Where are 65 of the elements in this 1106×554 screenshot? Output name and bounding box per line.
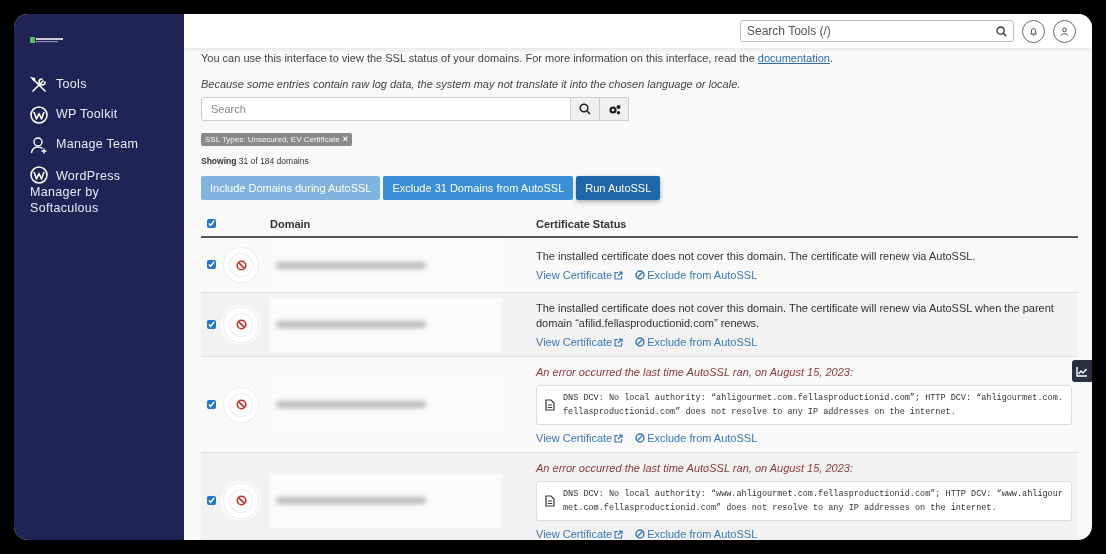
remove-filter-button[interactable]: × (342, 135, 348, 144)
user-account-button[interactable] (1053, 19, 1076, 43)
external-link-icon (614, 337, 624, 347)
blocked-status-icon (235, 259, 247, 271)
search-icon (579, 103, 591, 115)
ban-icon (635, 433, 646, 443)
user-add-icon (30, 136, 48, 154)
sidebar-item[interactable]: WordPress Manager by Softaculous (30, 166, 142, 216)
bell-icon (1029, 25, 1038, 37)
external-link-icon (614, 529, 624, 539)
document-icon (545, 399, 555, 411)
row-checkbox[interactable] (207, 399, 216, 409)
row-checkbox[interactable] (207, 260, 216, 269)
chart-button[interactable] (1072, 360, 1092, 382)
sidebar-item[interactable]: Tools (30, 76, 184, 94)
view-certificate-link[interactable]: View Certificate (536, 432, 624, 444)
error-message: An error occurred the last time AutoSSL ran, on August 15, 2023: (536, 365, 854, 380)
sidebar-item[interactable]: WP Toolkit (30, 106, 184, 124)
row-checkbox[interactable] (207, 319, 216, 329)
filter-tag-label: SSL Types: Unsecured, EV Certificate (205, 135, 340, 144)
wordpress-logo-icon (30, 166, 48, 184)
select-all-checkbox[interactable] (207, 219, 216, 228)
search-tools-field[interactable]: Search Tools (/) (740, 20, 1014, 42)
settings-button[interactable] (600, 97, 629, 121)
error-log-text: DNS DCV: No local authority: “www.ahligourmet.com.fellasproductionid.com”; HTTP DCV: “www.ahligourmet.com.fellasproductionid.com” does not resolve to any IP addresses on the internet. (563, 488, 1063, 515)
row-checkbox[interactable] (207, 495, 216, 505)
exclude-link[interactable]: Exclude from AutoSSL (635, 432, 758, 444)
search-input[interactable]: Search (211, 103, 561, 115)
gears-icon (607, 103, 621, 115)
search-icon (996, 25, 1007, 37)
view-certificate-link[interactable]: View Certificate (536, 269, 624, 281)
document-icon (545, 495, 555, 507)
search-button[interactable] (571, 97, 600, 121)
error-log-text: DNS DCV: No local authority: “ahligourmet.com.fellasproductionid.com”; HTTP DCV: “ahligourmet.com.fellasproductionid.com” does not resolve to any IP addresses on the internet. (563, 392, 1063, 419)
blocked-status-icon (235, 495, 247, 506)
status-message: The installed certificate does not cover this domain. The certificate will renew via AutoSSL. (536, 249, 977, 264)
tools-icon (30, 76, 48, 94)
ban-icon (635, 270, 646, 280)
notifications-button[interactable] (1022, 19, 1045, 43)
exclude-link[interactable]: Exclude from AutoSSL (635, 528, 758, 540)
blocked-status-icon (235, 399, 247, 410)
exclude-link[interactable]: Exclude from AutoSSL (635, 269, 758, 281)
column-header: Certificate Status (536, 218, 627, 230)
documentation-link[interactable]: documentation (757, 52, 830, 64)
external-link-icon (614, 433, 624, 443)
exclude-link[interactable]: Exclude from AutoSSL (635, 336, 758, 348)
action-button[interactable]: Exclude 31 Domains from AutoSSL (383, 176, 574, 200)
external-link-icon (614, 270, 624, 280)
user-icon (1060, 25, 1069, 37)
error-message: An error occurred the last time AutoSSL ran, on August 15, 2023: (536, 461, 854, 476)
results-count: Showing 31 of 184 domains (201, 156, 310, 166)
locale-note: Because some entries contain raw log data, the system may not translate it into the chosen language or locale. (201, 78, 742, 90)
status-message: The installed certificate does not cover this domain. The certificate will renew via AutoSSL when the parent domain “afilid.fellasproductionid.com” renews. (536, 301, 1055, 331)
intro-text: You can use this interface to view the SSL status of your domains. For more information on this interface, read the documentation. (201, 52, 835, 64)
hosting-logo-icon (30, 36, 64, 44)
ban-icon (635, 529, 646, 539)
sidebar-item[interactable]: Manage Team (30, 136, 184, 154)
ban-icon (635, 337, 646, 347)
search-field[interactable]: Search (201, 97, 571, 121)
blocked-status-icon (235, 319, 247, 330)
line-chart-icon (1076, 365, 1088, 377)
action-button[interactable]: Run AutoSSL (576, 176, 661, 200)
view-certificate-link[interactable]: View Certificate (536, 336, 624, 348)
wordpress-logo-icon (30, 106, 48, 124)
view-certificate-link[interactable]: View Certificate (536, 528, 624, 540)
